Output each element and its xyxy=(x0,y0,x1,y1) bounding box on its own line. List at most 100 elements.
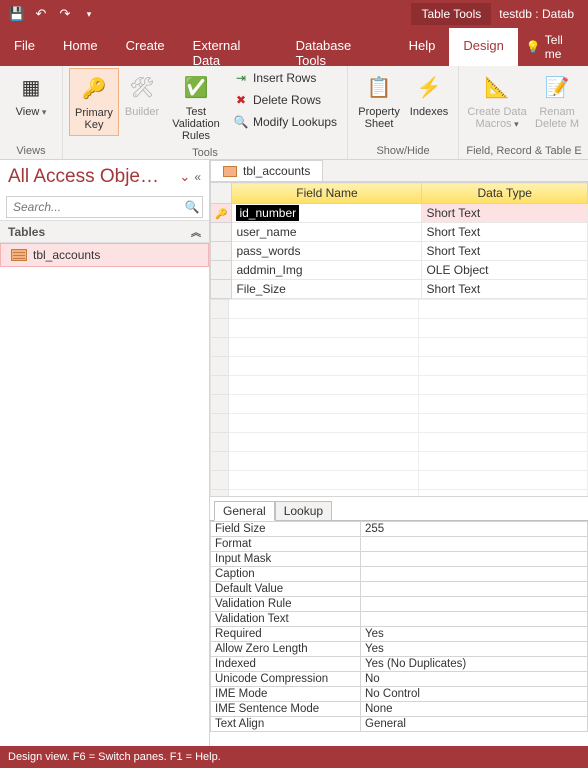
tell-me[interactable]: 💡 Tell me xyxy=(518,28,588,66)
insert-rows-button[interactable]: ⇥Insert Rows xyxy=(229,68,341,88)
test-validation-button[interactable]: ✅ Test Validation Rules xyxy=(165,68,227,146)
data-type-cell[interactable]: Short Text xyxy=(422,204,588,223)
nav-collapse-icon[interactable]: « xyxy=(194,170,201,184)
nav-category-tables[interactable]: Tables ︽ xyxy=(0,220,209,243)
data-type-cell[interactable] xyxy=(419,452,588,471)
data-type-cell[interactable] xyxy=(419,395,588,414)
data-type-cell[interactable] xyxy=(419,300,588,319)
property-row[interactable]: Caption xyxy=(211,567,588,582)
data-type-cell[interactable] xyxy=(419,338,588,357)
table-row[interactable]: user_nameShort Text xyxy=(211,223,588,242)
design-grid-empty[interactable] xyxy=(210,299,588,496)
table-row[interactable] xyxy=(211,471,588,490)
table-row[interactable]: File_SizeShort Text xyxy=(211,280,588,299)
field-name-cell[interactable]: File_Size xyxy=(232,280,422,299)
row-selector[interactable] xyxy=(211,376,229,395)
rename-delete-macro-button[interactable]: 📝 Renam Delete M xyxy=(531,68,583,134)
view-button[interactable]: ▦ View xyxy=(6,68,56,122)
property-row[interactable]: Allow Zero LengthYes xyxy=(211,642,588,657)
doc-tab-tbl-accounts[interactable]: tbl_accounts xyxy=(210,160,323,181)
tab-create[interactable]: Create xyxy=(112,28,179,66)
delete-rows-button[interactable]: ✖Delete Rows xyxy=(229,90,341,110)
row-selector[interactable] xyxy=(211,414,229,433)
property-row[interactable]: IndexedYes (No Duplicates) xyxy=(211,657,588,672)
property-value[interactable]: General xyxy=(361,717,588,732)
field-name-cell[interactable]: user_name xyxy=(232,223,422,242)
table-row[interactable] xyxy=(211,433,588,452)
property-value[interactable] xyxy=(361,537,588,552)
property-value[interactable] xyxy=(361,582,588,597)
field-name-cell[interactable]: pass_words xyxy=(232,242,422,261)
create-data-macros-button[interactable]: 📐 Create Data Macros xyxy=(465,68,529,134)
property-value[interactable] xyxy=(361,597,588,612)
row-selector[interactable] xyxy=(211,300,229,319)
table-row[interactable] xyxy=(211,395,588,414)
property-value[interactable]: No Control xyxy=(361,687,588,702)
property-grid[interactable]: Field Size255FormatInput MaskCaptionDefa… xyxy=(210,520,588,746)
col-field-name[interactable]: Field Name xyxy=(232,183,422,204)
indexes-button[interactable]: ⚡ Indexes xyxy=(406,68,452,122)
property-row[interactable]: IME ModeNo Control xyxy=(211,687,588,702)
data-type-cell[interactable] xyxy=(419,471,588,490)
property-row[interactable]: Format xyxy=(211,537,588,552)
property-tab-lookup[interactable]: Lookup xyxy=(275,501,332,521)
row-selector[interactable]: 🔑 xyxy=(211,204,232,223)
property-sheet-button[interactable]: 📋 Property Sheet xyxy=(354,68,404,134)
field-name-cell[interactable] xyxy=(229,471,419,490)
property-row[interactable]: Unicode CompressionNo xyxy=(211,672,588,687)
field-name-cell[interactable] xyxy=(229,357,419,376)
row-selector[interactable] xyxy=(211,471,229,490)
property-row[interactable]: Field Size255 xyxy=(211,522,588,537)
tab-database-tools[interactable]: Database Tools xyxy=(282,28,395,66)
tab-external-data[interactable]: External Data xyxy=(179,28,282,66)
table-row[interactable]: pass_wordsShort Text xyxy=(211,242,588,261)
table-row[interactable] xyxy=(211,338,588,357)
field-name-cell[interactable] xyxy=(229,300,419,319)
property-value[interactable]: None xyxy=(361,702,588,717)
property-row[interactable]: Validation Rule xyxy=(211,597,588,612)
row-selector[interactable] xyxy=(211,261,232,280)
row-selector[interactable] xyxy=(211,357,229,376)
data-type-cell[interactable]: Short Text xyxy=(422,280,588,299)
property-row[interactable]: Default Value xyxy=(211,582,588,597)
row-selector[interactable] xyxy=(211,395,229,414)
design-grid[interactable]: Field Name Data Type 🔑id_numberShort Tex… xyxy=(210,182,588,299)
property-value[interactable] xyxy=(361,567,588,582)
data-type-cell[interactable] xyxy=(419,357,588,376)
property-value[interactable]: Yes (No Duplicates) xyxy=(361,657,588,672)
data-type-cell[interactable] xyxy=(419,319,588,338)
row-selector[interactable] xyxy=(211,280,232,299)
qat-customize-icon[interactable] xyxy=(78,3,100,25)
row-selector[interactable] xyxy=(211,242,232,261)
property-row[interactable]: RequiredYes xyxy=(211,627,588,642)
builder-button[interactable]: 🛠 Builder xyxy=(121,68,163,122)
col-data-type[interactable]: Data Type xyxy=(422,183,588,204)
search-icon[interactable]: 🔍 xyxy=(182,200,202,214)
table-row[interactable]: 🔑id_numberShort Text xyxy=(211,204,588,223)
data-type-cell[interactable]: Short Text xyxy=(422,223,588,242)
row-selector[interactable] xyxy=(211,338,229,357)
data-type-cell[interactable]: OLE Object xyxy=(422,261,588,280)
tab-file[interactable]: File xyxy=(0,28,49,66)
property-value[interactable]: 255 xyxy=(361,522,588,537)
property-row[interactable]: Input Mask xyxy=(211,552,588,567)
search-input[interactable] xyxy=(7,200,182,214)
property-value[interactable] xyxy=(361,552,588,567)
table-row[interactable] xyxy=(211,376,588,395)
field-name-cell[interactable] xyxy=(229,433,419,452)
property-row[interactable]: IME Sentence ModeNone xyxy=(211,702,588,717)
property-row[interactable]: Text AlignGeneral xyxy=(211,717,588,732)
field-name-cell[interactable] xyxy=(229,338,419,357)
table-row[interactable] xyxy=(211,319,588,338)
table-row[interactable] xyxy=(211,357,588,376)
property-value[interactable]: Yes xyxy=(361,627,588,642)
table-row[interactable] xyxy=(211,452,588,471)
table-row[interactable] xyxy=(211,414,588,433)
save-icon[interactable]: 💾 xyxy=(6,3,28,25)
modify-lookups-button[interactable]: 🔍Modify Lookups xyxy=(229,112,341,132)
property-value[interactable] xyxy=(361,612,588,627)
property-tab-general[interactable]: General xyxy=(214,501,275,521)
field-name-cell[interactable] xyxy=(229,395,419,414)
table-row[interactable] xyxy=(211,300,588,319)
tab-help[interactable]: Help xyxy=(395,28,450,66)
